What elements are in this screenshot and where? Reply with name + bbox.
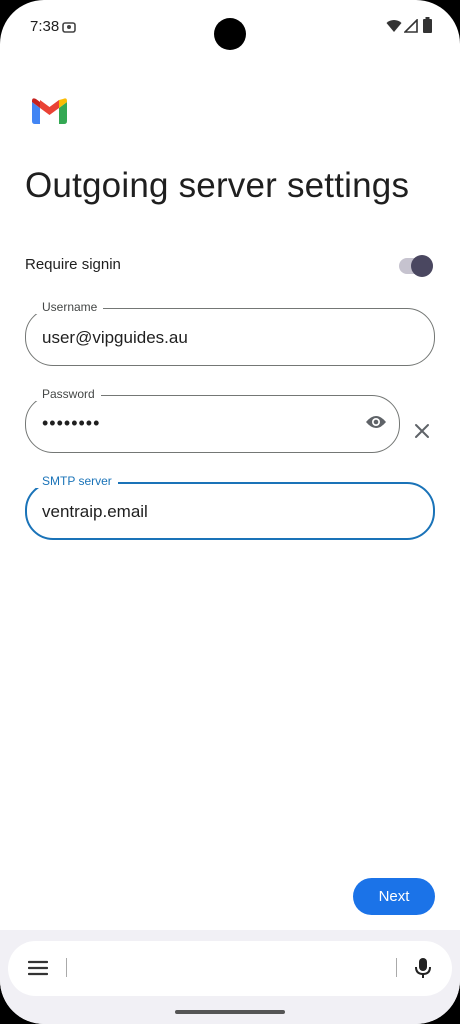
page-title: Outgoing server settings xyxy=(25,166,410,205)
smtp-server-value: ventraip.email xyxy=(42,502,148,521)
keyboard-toolbar xyxy=(8,941,452,996)
next-button[interactable]: Next xyxy=(353,878,435,915)
smtp-server-field[interactable]: SMTP server ventraip.email xyxy=(25,474,435,540)
signal-icon xyxy=(403,18,418,38)
visibility-icon[interactable] xyxy=(365,414,387,435)
toolbar-divider xyxy=(396,958,397,977)
close-icon[interactable] xyxy=(412,421,432,446)
password-label: Password xyxy=(36,387,101,401)
require-signin-toggle[interactable] xyxy=(397,253,435,279)
battery-icon xyxy=(423,17,432,38)
status-time: 7:38 xyxy=(30,18,60,35)
gesture-handle[interactable] xyxy=(175,1010,285,1014)
username-field[interactable]: Username user@vipguides.au xyxy=(25,300,435,366)
username-label: Username xyxy=(36,300,104,314)
wifi-icon xyxy=(386,19,402,38)
toolbar-divider xyxy=(66,958,67,977)
password-field[interactable]: Password •••••••• xyxy=(25,387,400,453)
menu-icon[interactable] xyxy=(27,960,49,981)
notification-icon xyxy=(62,20,76,38)
require-signin-label: Require signin xyxy=(25,256,121,273)
mic-icon[interactable] xyxy=(414,957,432,984)
camera-cutout xyxy=(214,18,246,50)
status-bar: 7:38 xyxy=(0,0,460,56)
toggle-thumb xyxy=(411,255,433,277)
smtp-server-label: SMTP server xyxy=(36,474,118,488)
screen: 7:38 Outgoing server settings Require si… xyxy=(0,0,460,1024)
username-value: user@vipguides.au xyxy=(42,328,188,347)
password-value: •••••••• xyxy=(42,413,101,433)
gmail-logo xyxy=(32,98,67,129)
